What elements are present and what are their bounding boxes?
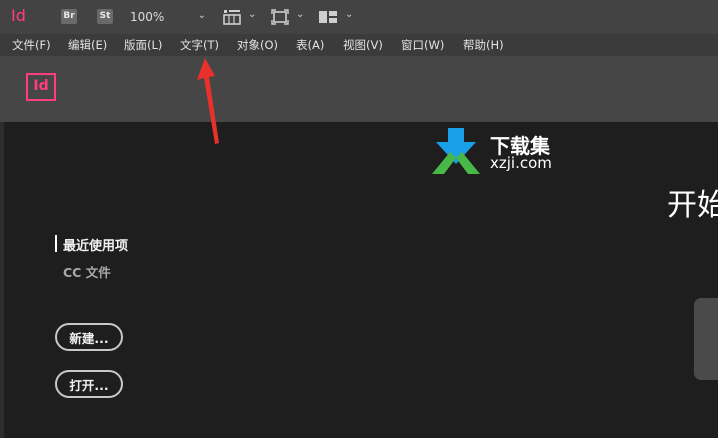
screen-mode-icon — [271, 9, 289, 25]
indesign-logo: Id — [26, 73, 56, 101]
menu-edit[interactable]: 编辑(E) — [68, 37, 107, 53]
stock-button[interactable]: St — [97, 9, 113, 24]
nav-cc-files[interactable]: CC 文件 — [63, 262, 111, 281]
menu-object[interactable]: 对象(O) — [237, 37, 278, 53]
application-bar: Id Br St 100% ⌄ ⌄ ⌄ ⌄ — [0, 0, 718, 34]
frame-grid-tool[interactable]: ⌄ — [223, 9, 259, 25]
menu-bar: 文件(F) 编辑(E) 版面(L) 文字(T) 对象(O) 表(A) 视图(V)… — [0, 34, 718, 56]
download-arrow-icon — [432, 128, 480, 174]
start-header-bar — [0, 56, 718, 122]
zoom-value: 100% — [130, 10, 165, 24]
menu-layout[interactable]: 版面(L) — [124, 37, 162, 53]
menu-file[interactable]: 文件(F) — [12, 37, 51, 53]
start-heading: 开始 — [667, 188, 718, 223]
chevron-down-icon: ⌄ — [248, 9, 257, 20]
menu-type[interactable]: 文字(T) — [180, 37, 219, 53]
chevron-down-icon: ⌄ — [296, 9, 305, 20]
nav-recent[interactable]: 最近使用项 — [63, 235, 128, 254]
menu-help[interactable]: 帮助(H) — [463, 37, 504, 53]
menu-table[interactable]: 表(A) — [296, 37, 324, 53]
app-mark: Id — [11, 6, 26, 25]
new-button[interactable]: 新建... — [55, 323, 123, 351]
annotation-arrow-icon — [197, 58, 219, 144]
menu-window[interactable]: 窗口(W) — [401, 37, 444, 53]
workspace-layout-icon — [319, 11, 337, 23]
chevron-down-icon: ⌄ — [345, 9, 354, 20]
open-button[interactable]: 打开... — [55, 370, 123, 398]
watermark-site: xzji.com — [490, 154, 552, 172]
nav-active-marker — [55, 235, 57, 252]
zoom-dropdown[interactable]: 100% ⌄ — [124, 7, 212, 27]
workspace-layout-tool[interactable]: ⌄ — [318, 9, 356, 25]
preset-card[interactable] — [694, 298, 718, 380]
chevron-down-icon: ⌄ — [197, 10, 206, 21]
bridge-button[interactable]: Br — [61, 9, 77, 24]
menu-view[interactable]: 视图(V) — [343, 37, 383, 53]
frame-grid-icon — [223, 10, 241, 25]
screen-mode-tool[interactable]: ⌄ — [271, 9, 307, 25]
